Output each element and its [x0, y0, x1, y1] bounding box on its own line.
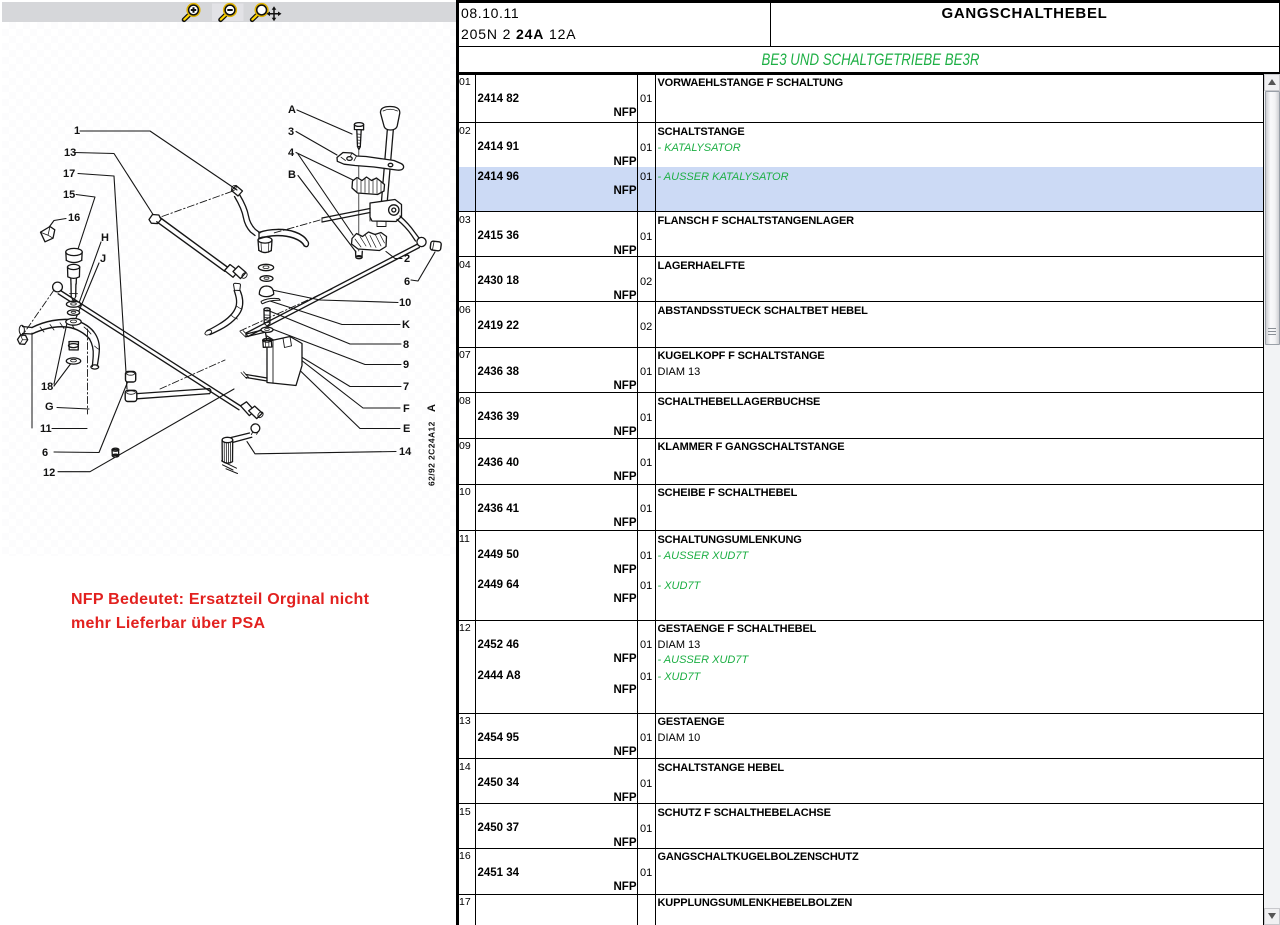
svg-text:12: 12: [43, 467, 55, 479]
svg-text:J: J: [100, 253, 106, 265]
svg-text:3: 3: [288, 126, 294, 138]
svg-text:16: 16: [68, 212, 80, 224]
svg-text:9: 9: [403, 359, 409, 371]
svg-text:10: 10: [399, 297, 411, 309]
svg-text:18: 18: [41, 381, 53, 393]
svg-text:B: B: [288, 169, 296, 181]
svg-text:H: H: [101, 232, 109, 244]
svg-text:6: 6: [404, 276, 410, 288]
svg-text:6: 6: [42, 447, 48, 459]
svg-text:8: 8: [403, 339, 409, 351]
svg-text:A: A: [288, 104, 296, 116]
svg-text:11: 11: [40, 423, 52, 435]
svg-text:15: 15: [63, 189, 75, 201]
svg-text:7: 7: [403, 381, 409, 393]
svg-text:17: 17: [63, 168, 75, 180]
svg-text:G: G: [45, 401, 54, 413]
svg-text:K: K: [402, 319, 410, 331]
svg-text:E: E: [403, 423, 410, 435]
svg-text:4: 4: [288, 147, 295, 159]
svg-text:1: 1: [74, 125, 80, 137]
svg-text:A: A: [426, 404, 438, 412]
svg-text:62/92 2C24A12: 62/92 2C24A12: [427, 421, 437, 486]
svg-text:F: F: [403, 403, 410, 415]
svg-text:14: 14: [399, 446, 412, 458]
